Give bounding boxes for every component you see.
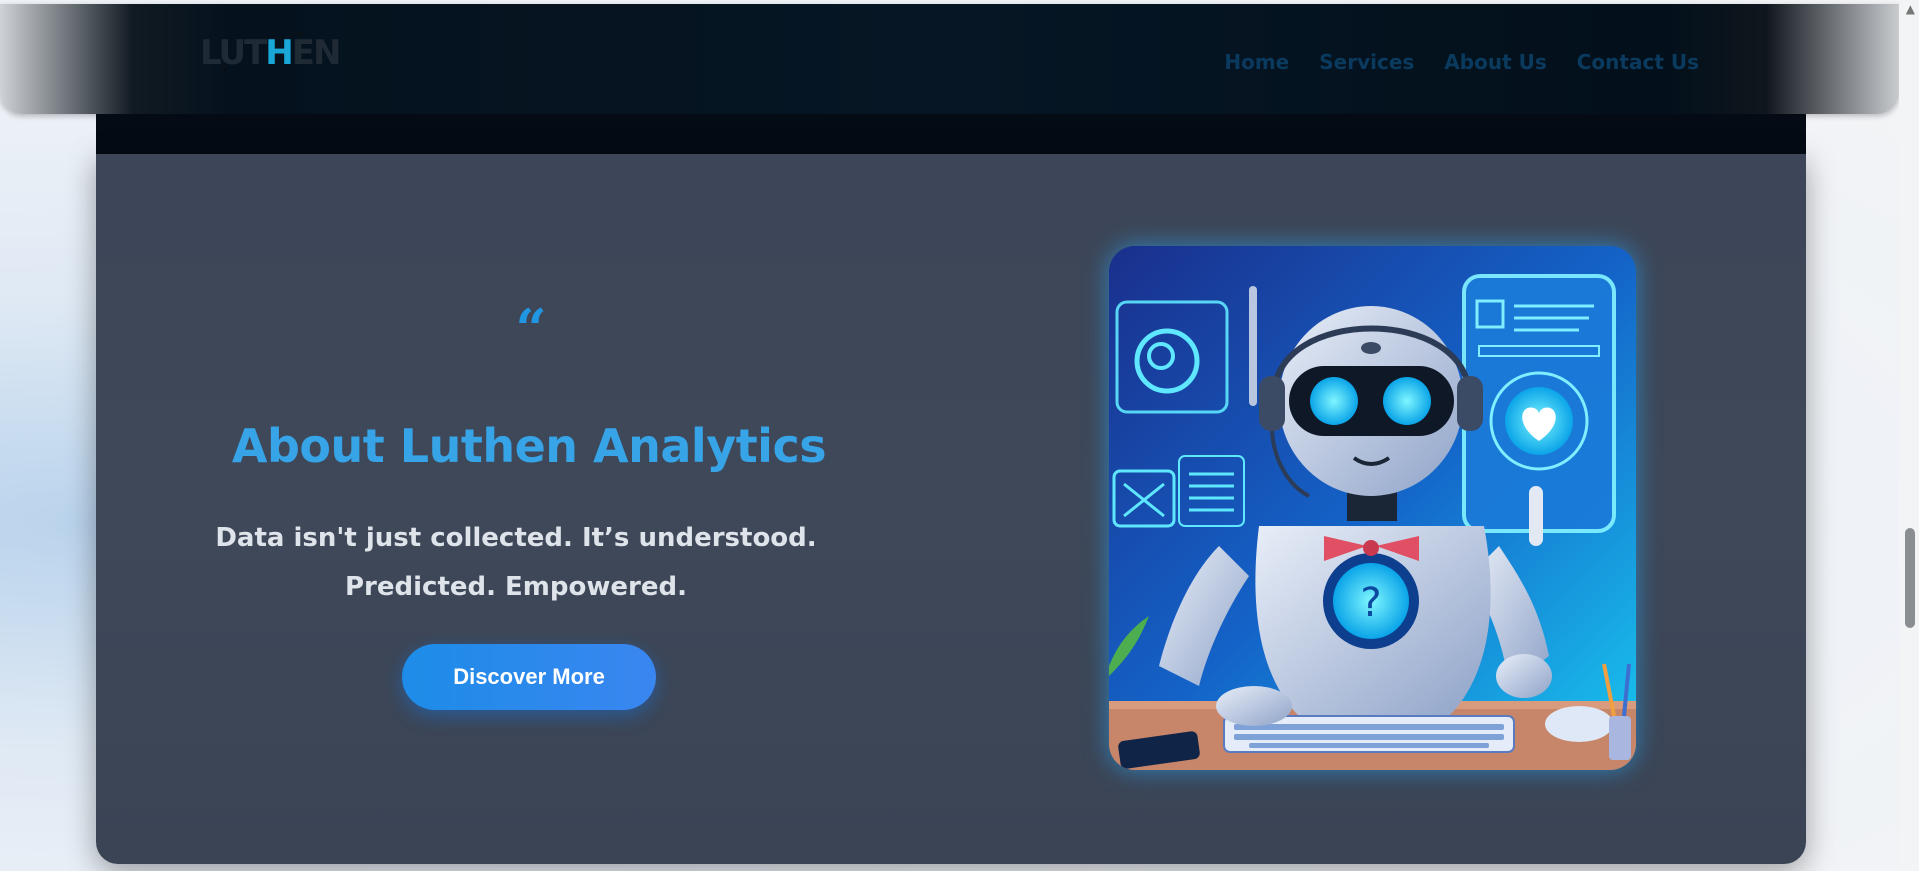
scroll-up-arrow-icon[interactable]: ▲ — [1906, 2, 1915, 16]
svg-text:?: ? — [1360, 580, 1381, 626]
scrollbar-thumb[interactable] — [1905, 528, 1915, 628]
robot-illustration: ? — [1109, 246, 1636, 770]
site-header: LUTHEN Home Services About Us Contact Us — [0, 4, 1899, 114]
logo-dot — [299, 32, 303, 36]
header-underlay — [96, 114, 1806, 154]
nav-about-us[interactable]: About Us — [1444, 50, 1546, 74]
logo-dot — [222, 68, 226, 72]
hero-text-column: “ About Luthen Analytics Data isn't just… — [96, 154, 936, 864]
luthen-logo[interactable]: LUTHEN — [200, 32, 341, 74]
nav-home[interactable]: Home — [1224, 50, 1289, 74]
nav-services[interactable]: Services — [1319, 50, 1414, 74]
about-hero-card: “ About Luthen Analytics Data isn't just… — [96, 154, 1806, 864]
discover-more-button[interactable]: Discover More — [402, 644, 656, 710]
logo-text-h: H — [265, 33, 294, 73]
hero-title: About Luthen Analytics — [231, 419, 827, 473]
main-nav: Home Services About Us Contact Us — [1224, 50, 1699, 74]
hero-tagline: Data isn't just collected. It’s understo… — [215, 523, 817, 602]
nav-contact-us[interactable]: Contact Us — [1577, 50, 1699, 74]
page-scrollbar[interactable]: ▲ — [1899, 0, 1919, 871]
logo-text-right: EN — [291, 33, 342, 73]
logo-text-left: LUT — [200, 33, 267, 73]
quote-icon: “ — [515, 297, 547, 361]
